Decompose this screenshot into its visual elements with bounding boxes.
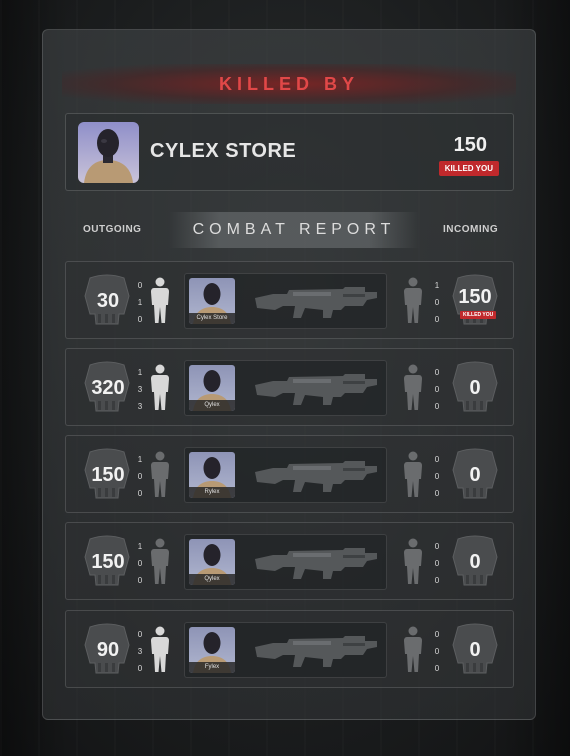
outgoing-hit-count: 3 bbox=[137, 385, 143, 394]
weapon-box: Qylex bbox=[184, 534, 387, 590]
combat-report-header: OUTGOING COMBAT REPORT INCOMING bbox=[65, 212, 514, 248]
weapon-box: Qylex bbox=[184, 360, 387, 416]
outgoing-label: OUTGOING bbox=[83, 224, 142, 235]
outgoing-hit-count: 0 bbox=[137, 630, 143, 639]
incoming-hit-count: 0 bbox=[434, 368, 440, 377]
rifle-icon bbox=[253, 633, 379, 671]
killer-card[interactable]: CYLEX STORE 150 KILLED YOU bbox=[65, 113, 514, 191]
outgoing-hit-count: 1 bbox=[137, 455, 143, 464]
rifle-icon bbox=[253, 458, 379, 496]
outgoing-damage: 150 bbox=[91, 551, 125, 573]
incoming-hit-count: 0 bbox=[434, 630, 440, 639]
combat-row[interactable]: 90 0 3 0 Fylex 0 0 0 0 bbox=[65, 610, 514, 688]
outgoing-hit-count: 0 bbox=[137, 281, 143, 290]
incoming-body-icon bbox=[402, 364, 424, 412]
outgoing-hit-count: 0 bbox=[137, 576, 143, 585]
incoming-hit-count: 0 bbox=[434, 315, 440, 324]
incoming-damage: 0 bbox=[469, 377, 481, 399]
outgoing-hit-count: 1 bbox=[137, 368, 143, 377]
incoming-body-icon bbox=[402, 277, 424, 325]
outgoing-hit-count: 3 bbox=[137, 647, 143, 656]
killer-avatar bbox=[78, 122, 139, 183]
outgoing-hit-count: 0 bbox=[137, 559, 143, 568]
combat-row[interactable]: 320 1 3 3 Qylex 0 0 0 0 bbox=[65, 348, 514, 426]
outgoing-hit-count: 0 bbox=[137, 315, 143, 324]
player-name: Fylex bbox=[189, 662, 235, 673]
incoming-hit-count: 0 bbox=[434, 576, 440, 585]
outgoing-damage: 320 bbox=[91, 377, 125, 399]
player-name: Cylex Store bbox=[189, 313, 235, 324]
player-name: Rylex bbox=[189, 487, 235, 498]
outgoing-body-icon bbox=[149, 277, 171, 325]
incoming-body-icon bbox=[402, 626, 424, 674]
outgoing-body-icon bbox=[149, 626, 171, 674]
killer-damage: 150 bbox=[453, 134, 487, 156]
outgoing-hit-stats: 0 1 0 bbox=[136, 277, 144, 328]
killed-by-title: KILLED BY bbox=[218, 73, 359, 94]
outgoing-hit-stats: 1 0 0 bbox=[136, 538, 144, 589]
killed-you-badge: KILLED YOU bbox=[438, 161, 499, 176]
player-name: Qylex bbox=[189, 574, 235, 585]
incoming-label: INCOMING bbox=[443, 224, 499, 235]
outgoing-damage: 90 bbox=[96, 639, 120, 661]
outgoing-hit-stats: 1 3 3 bbox=[136, 364, 144, 415]
incoming-hit-stats: 1 0 0 bbox=[433, 277, 441, 328]
incoming-damage: 0 bbox=[469, 639, 481, 661]
killer-name: CYLEX STORE bbox=[150, 140, 297, 162]
incoming-body-icon bbox=[402, 538, 424, 586]
rifle-icon bbox=[253, 545, 379, 583]
combat-row[interactable]: 30 0 1 0 Cylex Store 1 0 0 150 KILLED YOU bbox=[65, 261, 514, 339]
incoming-damage: 0 bbox=[469, 464, 481, 486]
weapon-box: Rylex bbox=[184, 447, 387, 503]
rifle-icon bbox=[253, 284, 379, 322]
incoming-hit-stats: 0 0 0 bbox=[433, 538, 441, 589]
incoming-hit-stats: 0 0 0 bbox=[433, 451, 441, 502]
killed-by-banner: KILLED BY bbox=[62, 64, 516, 104]
player-avatar: Fylex bbox=[189, 627, 235, 673]
incoming-hit-count: 0 bbox=[434, 385, 440, 394]
weapon-box: Fylex bbox=[184, 622, 387, 678]
incoming-body-icon bbox=[402, 451, 424, 499]
outgoing-hit-stats: 0 3 0 bbox=[136, 626, 144, 677]
outgoing-hit-count: 0 bbox=[137, 489, 143, 498]
outgoing-body-icon bbox=[149, 538, 171, 586]
outgoing-hit-stats: 1 0 0 bbox=[136, 451, 144, 502]
incoming-hit-stats: 0 0 0 bbox=[433, 626, 441, 677]
incoming-hit-stats: 0 0 0 bbox=[433, 364, 441, 415]
player-avatar: Rylex bbox=[189, 452, 235, 498]
combat-row[interactable]: 150 1 0 0 Qylex 0 0 0 0 bbox=[65, 522, 514, 600]
incoming-hit-count: 0 bbox=[434, 664, 440, 673]
outgoing-damage: 30 bbox=[96, 290, 120, 312]
player-name: Qylex bbox=[189, 400, 235, 411]
combat-report-title-bar: COMBAT REPORT bbox=[169, 212, 419, 248]
incoming-hit-count: 0 bbox=[434, 455, 440, 464]
rifle-icon bbox=[253, 371, 379, 409]
incoming-hit-count: 0 bbox=[434, 472, 440, 481]
incoming-hit-count: 0 bbox=[434, 402, 440, 411]
outgoing-hit-count: 0 bbox=[137, 472, 143, 481]
outgoing-hit-count: 3 bbox=[137, 402, 143, 411]
outgoing-hit-count: 0 bbox=[137, 664, 143, 673]
killed-you-badge: KILLED YOU bbox=[460, 311, 497, 319]
incoming-damage: 150 bbox=[458, 286, 492, 308]
combat-report-title: COMBAT REPORT bbox=[192, 221, 396, 238]
outgoing-damage: 150 bbox=[91, 464, 125, 486]
incoming-hit-count: 0 bbox=[434, 647, 440, 656]
outgoing-hit-count: 1 bbox=[137, 298, 143, 307]
incoming-hit-count: 0 bbox=[434, 298, 440, 307]
outgoing-hit-count: 1 bbox=[137, 542, 143, 551]
player-avatar: Qylex bbox=[189, 365, 235, 411]
outgoing-body-icon bbox=[149, 364, 171, 412]
incoming-hit-count: 0 bbox=[434, 559, 440, 568]
combat-row[interactable]: 150 1 0 0 Rylex 0 0 0 0 bbox=[65, 435, 514, 513]
incoming-hit-count: 0 bbox=[434, 542, 440, 551]
player-avatar: Qylex bbox=[189, 539, 235, 585]
incoming-hit-count: 0 bbox=[434, 489, 440, 498]
player-avatar: Cylex Store bbox=[189, 278, 235, 324]
incoming-damage: 0 bbox=[469, 551, 481, 573]
weapon-box: Cylex Store bbox=[184, 273, 387, 329]
outgoing-body-icon bbox=[149, 451, 171, 499]
incoming-hit-count: 1 bbox=[434, 281, 440, 290]
